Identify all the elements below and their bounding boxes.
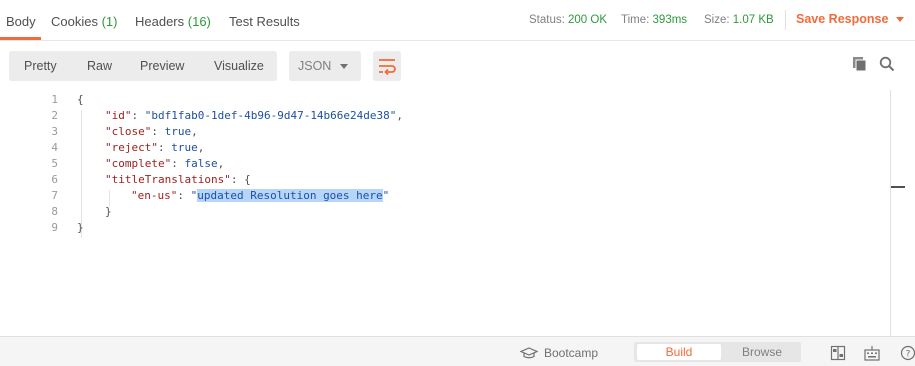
tab-test-results[interactable]: Test Results xyxy=(229,14,300,29)
json-key: "reject" xyxy=(105,141,158,154)
chevron-down-icon xyxy=(896,17,905,23)
tab-body[interactable]: Body xyxy=(6,14,36,29)
json-value: true xyxy=(164,125,192,138)
tab-cookies-label: Cookies xyxy=(51,14,98,29)
format-select-value: JSON xyxy=(298,59,332,73)
two-pane-layout-icon xyxy=(830,345,846,361)
line-number: 9 xyxy=(51,221,58,234)
divider xyxy=(785,10,786,30)
layout-toggle-button[interactable] xyxy=(830,345,846,361)
status-readout: Status: 200 OK xyxy=(529,14,607,26)
wrap-lines-icon xyxy=(379,59,396,76)
line-number: 8 xyxy=(51,205,58,218)
code-line: 2 "id": "bdf1fab0-1def-4b96-9d47-14b66e2… xyxy=(0,106,890,122)
code-line: 3 "close": true, xyxy=(0,122,890,138)
view-mode-pretty[interactable]: Pretty xyxy=(24,59,57,73)
keyboard-shortcuts-button[interactable] xyxy=(864,345,880,361)
time-label: Time: xyxy=(621,14,650,26)
json-value: "bdf1fab0-1def-4b96-9d47-14b66e24de38" xyxy=(144,109,397,122)
code-punct: , xyxy=(396,109,404,122)
code-punct: , xyxy=(191,125,198,138)
code-line: 8 } xyxy=(0,202,890,218)
response-toolbar: Pretty Raw Preview Visualize JSON xyxy=(0,40,915,90)
code-punct: , xyxy=(217,157,225,170)
code-line: 6 "titleTranslations": { xyxy=(0,170,890,186)
json-key: "close" xyxy=(105,125,152,138)
caret-down-icon xyxy=(340,64,348,69)
help-icon: ? xyxy=(900,345,915,361)
response-body-code-view[interactable]: 1 { 2 "id": "bdf1fab0-1def-4b96-9d47-14b… xyxy=(0,90,890,336)
code-text: { xyxy=(77,93,84,106)
tab-headers-label: Headers xyxy=(135,14,185,29)
status-label: Status: xyxy=(529,14,565,26)
tab-headers-count: (16) xyxy=(187,14,211,29)
line-number: 7 xyxy=(51,189,58,202)
size-value: 1.07 KB xyxy=(732,14,774,26)
tab-headers[interactable]: Headers (16) xyxy=(135,14,211,29)
json-key: "titleTranslations" xyxy=(105,173,231,186)
code-line: 7 "en-us": "updated Resolution goes here… xyxy=(0,186,890,202)
code-punct: , xyxy=(197,141,205,154)
code-line: 5 "complete": false, xyxy=(0,154,890,170)
build-tab[interactable]: Build xyxy=(637,344,721,360)
search-button[interactable] xyxy=(879,56,895,72)
scroll-gutter[interactable] xyxy=(890,90,915,336)
bootcamp-label: Bootcamp xyxy=(544,346,599,360)
line-number: 3 xyxy=(51,125,58,138)
line-number: 4 xyxy=(51,141,58,154)
bootcamp-button[interactable]: Bootcamp xyxy=(519,346,599,360)
json-value: { xyxy=(244,173,251,186)
time-value: 393ms xyxy=(652,14,688,26)
keyboard-icon xyxy=(864,346,880,361)
code-line: 1 { xyxy=(0,90,890,106)
view-mode-segmented-control: Pretty Raw Preview Visualize xyxy=(9,51,277,81)
wrap-lines-button[interactable] xyxy=(373,51,401,81)
status-value: 200 OK xyxy=(568,14,608,26)
view-mode-preview[interactable]: Preview xyxy=(140,59,184,73)
save-response-button[interactable]: Save Response xyxy=(796,12,905,26)
size-readout[interactable]: Size: 1.07 KB xyxy=(704,14,774,26)
line-number: 6 xyxy=(51,173,58,186)
json-value-quote: " xyxy=(382,189,390,202)
code-line: 4 "reject": true, xyxy=(0,138,890,154)
json-key: "en-us" xyxy=(131,189,178,202)
format-select[interactable]: JSON xyxy=(289,51,361,81)
tab-body-label: Body xyxy=(6,14,36,29)
svg-text:?: ? xyxy=(906,350,911,360)
tab-cookies-count: (1) xyxy=(101,14,118,29)
status-bar: Bootcamp Build Browse ? xyxy=(0,336,915,366)
line-number: 1 xyxy=(51,93,58,106)
browse-tab[interactable]: Browse xyxy=(723,344,801,360)
code-text: } xyxy=(105,205,112,218)
code-text: } xyxy=(77,221,84,234)
size-label: Size: xyxy=(704,14,730,26)
help-button[interactable]: ? xyxy=(900,345,915,361)
graduation-cap-icon xyxy=(519,347,539,359)
response-tabs-bar: Body Cookies (1) Headers (16) Test Resul… xyxy=(0,0,915,41)
line-number: 2 xyxy=(51,109,58,122)
line-number: 5 xyxy=(51,157,58,170)
json-key: "id" xyxy=(105,109,132,122)
save-response-label: Save Response xyxy=(796,12,889,26)
tab-test-results-label: Test Results xyxy=(229,14,300,29)
copy-icon xyxy=(853,57,867,72)
search-icon xyxy=(879,56,895,72)
json-key: "complete" xyxy=(105,157,172,170)
selected-text[interactable]: updated Resolution goes here xyxy=(197,189,383,202)
json-value: false xyxy=(184,157,218,170)
view-mode-visualize[interactable]: Visualize xyxy=(214,59,264,73)
code-line: 9 } xyxy=(0,218,890,234)
json-value: true xyxy=(171,141,198,154)
time-readout: Time: 393ms xyxy=(621,14,687,26)
copy-button[interactable] xyxy=(852,56,868,72)
scroll-marker xyxy=(891,186,905,188)
tab-cookies[interactable]: Cookies (1) xyxy=(51,14,117,29)
view-mode-raw[interactable]: Raw xyxy=(87,59,112,73)
